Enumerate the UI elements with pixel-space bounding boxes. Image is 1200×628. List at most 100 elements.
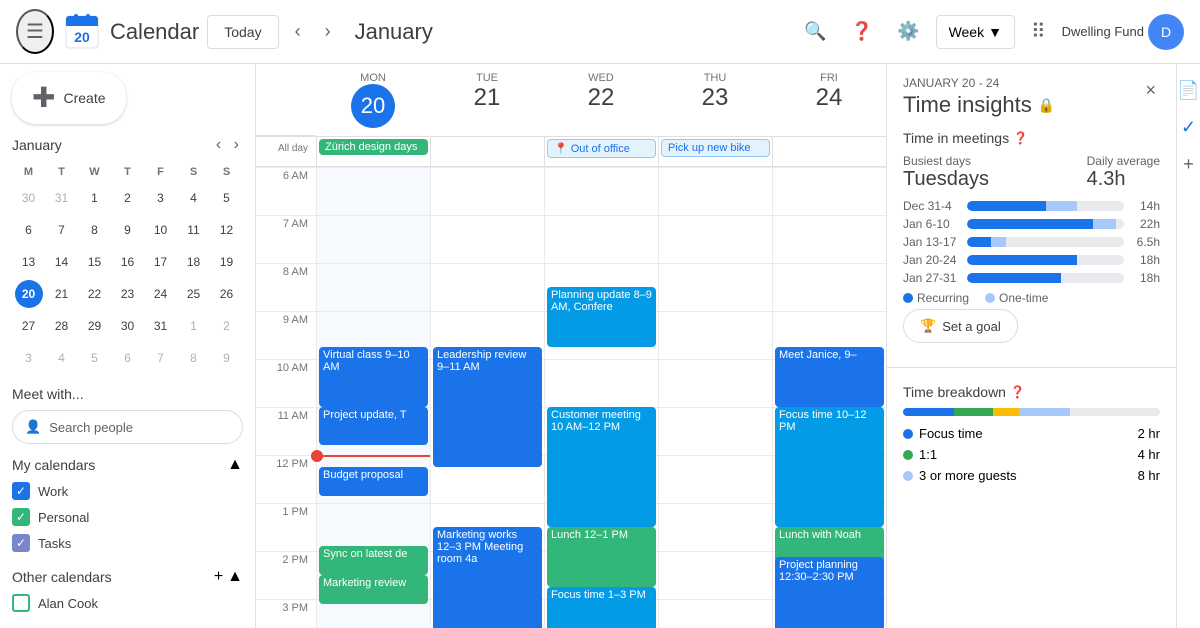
view-selector[interactable]: Week ▼ [936,15,1015,49]
mini-cal-day[interactable]: 20 [12,278,45,310]
calendar-event[interactable]: Lunch 12–1 PM [547,527,656,587]
mini-cal-day[interactable]: 13 [12,246,45,278]
cal-day-number[interactable]: 23 [662,84,768,113]
time-slot-cell [659,503,772,551]
calendar-event[interactable]: Virtual class 9–10 AM [319,347,428,407]
mini-cal-day[interactable]: 12 [210,214,243,246]
mini-cal-day[interactable]: 29 [78,310,111,342]
next-arrow[interactable]: › [317,13,339,50]
calendar-event[interactable]: Marketing works 12–3 PM Meeting room 4a [433,527,542,628]
mini-cal-day[interactable]: 31 [144,310,177,342]
create-plus-icon: ✚ [32,84,55,112]
side-plus-icon[interactable]: + [1183,154,1194,175]
mini-cal-day[interactable]: 8 [177,342,210,374]
apps-button[interactable]: ⠿ [1023,11,1054,52]
mini-cal-day[interactable]: 6 [12,214,45,246]
mini-cal-day[interactable]: 22 [78,278,111,310]
calendar-event[interactable]: Customer meeting 10 AM–12 PM [547,407,656,527]
cal-day-number[interactable]: 24 [776,84,882,113]
other-calendars-header[interactable]: Other calendars + ▲ [12,568,243,586]
calendar-event[interactable]: Leadership review 9–11 AM [433,347,542,467]
busiest-days-value: Tuesdays [903,168,989,191]
mini-cal-day[interactable]: 1 [78,182,111,214]
mini-cal-day[interactable]: 30 [12,182,45,214]
prev-arrow[interactable]: ‹ [287,13,309,50]
mini-cal-day[interactable]: 1 [177,310,210,342]
mini-cal-day[interactable]: 4 [45,342,78,374]
mini-cal-day[interactable]: 7 [45,214,78,246]
calendar-event[interactable]: Focus time 10–12 PM [775,407,884,527]
calendar-event[interactable]: Meet Janice, 9– [775,347,884,407]
help-button[interactable]: ❓ [843,13,881,50]
mini-cal-day[interactable]: 3 [144,182,177,214]
cal-day-number[interactable]: 20 [351,84,395,128]
user-menu[interactable]: Dwelling Fund D [1062,14,1184,50]
calendar-event[interactable]: Sync on latest de [319,546,428,575]
mini-cal-day[interactable]: 21 [45,278,78,310]
my-calendar-item[interactable]: ✓Work [12,478,243,504]
settings-button[interactable]: ⚙️ [889,13,927,50]
mini-cal-day[interactable]: 31 [45,182,78,214]
mini-cal-day[interactable]: 15 [78,246,111,278]
mini-cal-day[interactable]: 17 [144,246,177,278]
calendar-event[interactable]: Project update, T [319,407,428,445]
my-calendar-item[interactable]: ✓Personal [12,504,243,530]
side-notes-icon[interactable]: 📄 [1177,80,1199,101]
time-breakdown-section: Time breakdown ❓ Focus time2 hr1:14 hr3 … [887,372,1176,501]
insights-bar-row: Jan 27-3118h [903,271,1160,285]
mini-cal-day[interactable]: 23 [111,278,144,310]
calendar-event[interactable]: Marketing review [319,575,428,604]
mini-cal-day[interactable]: 26 [210,278,243,310]
mini-cal-day[interactable]: 6 [111,342,144,374]
mini-cal-day[interactable]: 19 [210,246,243,278]
mini-cal-day[interactable]: 25 [177,278,210,310]
mini-cal-day[interactable]: 2 [210,310,243,342]
calendar-grid: MON20TUE21WED22THU23FRI24 All day Zürich… [256,64,886,628]
mini-cal-day[interactable]: 16 [111,246,144,278]
mini-cal-day[interactable]: 11 [177,214,210,246]
pick-up-bike-event[interactable]: Pick up new bike [661,139,770,157]
calendar-event[interactable]: Planning update 8–9 AM, Confere [547,287,656,347]
mini-cal-day[interactable]: 14 [45,246,78,278]
other-calendars-add-icon[interactable]: + [214,568,223,586]
out-of-office-event[interactable]: 📍 Out of office [547,139,656,158]
calendar-event[interactable]: Project planning 12:30–2:30 PM [775,557,884,628]
search-people[interactable]: 👤 Search people [12,410,243,444]
mini-cal-day[interactable]: 9 [210,342,243,374]
calendar-event[interactable]: Budget proposal [319,467,428,496]
create-button[interactable]: ✚ Create [12,72,126,124]
my-calendar-item[interactable]: ✓Tasks [12,530,243,556]
mini-cal-day[interactable]: 2 [111,182,144,214]
app-logo[interactable]: 20 Calendar [62,12,199,52]
mini-cal-prev[interactable]: ‹ [212,132,225,158]
calendar-checkbox: ✓ [12,508,30,526]
set-goal-button[interactable]: 🏆 Set a goal [903,309,1018,343]
mini-cal-day[interactable]: 3 [12,342,45,374]
mini-cal-day[interactable]: 9 [111,214,144,246]
mini-cal-next[interactable]: › [230,132,243,158]
cal-day-number[interactable]: 22 [548,84,654,113]
cal-day-number[interactable]: 21 [434,84,540,113]
mini-cal-day[interactable]: 27 [12,310,45,342]
zurich-event[interactable]: Zürich design days [319,139,428,155]
side-task-icon[interactable]: ✓ [1181,117,1196,138]
calendar-event[interactable]: Focus time 1–3 PM [547,587,656,628]
mini-cal-day[interactable]: 10 [144,214,177,246]
breakdown-segment [1019,408,1070,416]
mini-cal-day[interactable]: 5 [78,342,111,374]
today-button[interactable]: Today [207,15,278,49]
menu-icon[interactable]: ☰ [16,9,54,54]
mini-cal-day[interactable]: 4 [177,182,210,214]
mini-cal-day[interactable]: 5 [210,182,243,214]
other-calendar-item[interactable]: Alan Cook [12,590,243,616]
insights-close-button[interactable]: × [1141,76,1160,105]
mini-cal-day[interactable]: 28 [45,310,78,342]
mini-cal-day[interactable]: 18 [177,246,210,278]
mini-cal-day[interactable]: 24 [144,278,177,310]
mini-cal-dow: S [177,162,210,182]
search-button[interactable]: 🔍 [796,13,834,50]
mini-cal-day[interactable]: 30 [111,310,144,342]
mini-cal-day[interactable]: 7 [144,342,177,374]
my-calendars-header[interactable]: My calendars ▲ [12,456,243,474]
mini-cal-day[interactable]: 8 [78,214,111,246]
